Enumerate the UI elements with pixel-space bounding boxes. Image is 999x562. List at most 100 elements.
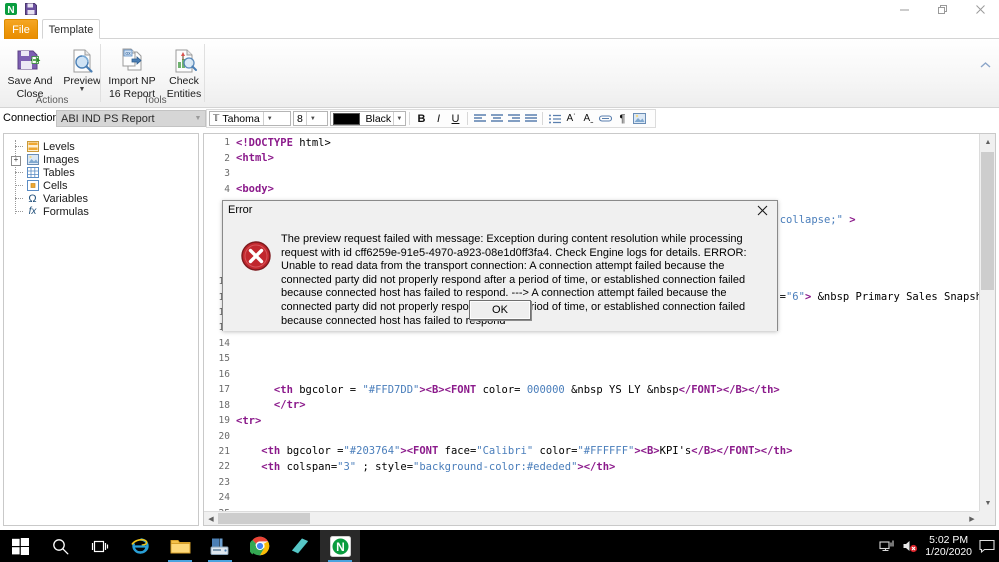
error-dialog-body: The preview request failed with message:… [223, 221, 777, 331]
check-entities-icon [170, 44, 198, 74]
font-size-dropdown[interactable]: 8 ▼ [293, 111, 328, 126]
increase-font-button[interactable]: A˙ [563, 111, 580, 127]
tables-icon [26, 167, 39, 179]
align-justify-button[interactable] [522, 111, 539, 127]
scroll-down-icon[interactable]: ▼ [980, 495, 995, 511]
toolbar-divider-2 [467, 112, 468, 125]
toolbar-divider [409, 112, 410, 125]
save-icon[interactable] [24, 2, 38, 16]
collapse-ribbon-button[interactable] [980, 61, 991, 73]
align-center-button[interactable] [488, 111, 505, 127]
error-dialog-title: Error [228, 204, 253, 216]
search-button[interactable] [40, 530, 80, 562]
italic-button[interactable]: I [430, 111, 447, 127]
file-explorer-button[interactable] [160, 530, 200, 562]
sidebar-item-variables-label: Variables [43, 192, 89, 205]
sidebar-item-variables[interactable]: Ω Variables [4, 192, 198, 205]
teal-app-button[interactable] [280, 530, 320, 562]
svg-text:ox: ox [125, 51, 131, 57]
bullet-list-button[interactable] [546, 111, 563, 127]
font-color-dropdown[interactable]: Black ▼ [330, 111, 406, 126]
ribbon-group-tools-label: Tools [143, 95, 167, 106]
connection-dropdown[interactable]: ABI IND PS Report ▼ [56, 110, 206, 127]
decrease-font-button[interactable]: Aˍ [580, 111, 597, 127]
line-number: 20 [218, 430, 230, 442]
code-text: <!DOCTYPE html> [236, 136, 331, 149]
internet-explorer-button[interactable] [120, 530, 160, 562]
align-right-button[interactable] [505, 111, 522, 127]
insert-image-button[interactable] [631, 111, 648, 127]
tree-branch-line-5 [15, 211, 23, 213]
bold-button[interactable]: B [413, 111, 430, 127]
close-button[interactable] [961, 0, 999, 18]
line-number: 2 [224, 152, 230, 164]
formulas-icon: fx [28, 206, 37, 217]
code-line: 15 [204, 351, 995, 366]
insert-link-button[interactable] [597, 111, 614, 127]
line-number: 17 [218, 384, 230, 396]
action-center-icon[interactable] [979, 539, 995, 554]
sidebar-item-formulas-label: Formulas [43, 205, 89, 218]
sidebar-item-images[interactable]: + Images [4, 153, 198, 166]
horizontal-scroll-thumb[interactable] [218, 513, 310, 524]
save-and-close-button[interactable]: Save And Close [4, 41, 56, 100]
app-logo-icon: N [4, 2, 18, 16]
editor-horizontal-scrollbar[interactable]: ◀ ▶ [204, 511, 979, 525]
volume-muted-icon[interactable] [902, 539, 918, 553]
minimize-button[interactable] [885, 0, 923, 18]
expand-images-icon[interactable]: + [11, 156, 21, 166]
sidebar-item-formulas[interactable]: fx Formulas [4, 205, 198, 218]
line-number: 24 [218, 492, 230, 504]
code-line: 17 <th bgcolor = "#FFD7DD"><B><FONT colo… [204, 382, 995, 397]
scroll-up-icon[interactable]: ▲ [980, 134, 995, 150]
start-button[interactable] [0, 530, 40, 562]
chevron-down-icon: ▼ [194, 115, 202, 122]
import-report-icon: ox [118, 44, 146, 74]
storage-app-button[interactable] [200, 530, 240, 562]
font-name-dropdown[interactable]: 𝕋 Tahoma ▼ [209, 111, 291, 126]
ribbon-group-actions: Save And Close Preview ▼ Actions [4, 39, 101, 107]
connection-label: Connection [3, 112, 59, 124]
connection-value: ABI IND PS Report [61, 112, 155, 125]
error-dialog-close-button[interactable] [747, 201, 777, 220]
taskbar-clock[interactable]: 5:02 PM 1/20/2020 [925, 534, 972, 558]
code-line: 4 <body> [204, 181, 995, 196]
line-number: 16 [218, 368, 230, 380]
tab-template[interactable]: Template [42, 19, 100, 39]
editor-vertical-scrollbar[interactable]: ▲ ▼ [979, 134, 995, 525]
taskbar-buttons: N [0, 530, 360, 562]
tab-file[interactable]: File [4, 19, 38, 39]
chrome-button[interactable] [240, 530, 280, 562]
sidebar-item-tables[interactable]: Tables [4, 166, 198, 179]
vertical-scroll-thumb[interactable] [981, 152, 994, 290]
tree-branch-line-4 [15, 198, 23, 200]
network-icon[interactable] [879, 539, 895, 553]
sidebar-item-levels[interactable]: Levels [4, 140, 198, 153]
font-name-value: Tahoma [222, 112, 260, 125]
error-dialog: Error The preview request failed with me… [222, 200, 778, 331]
images-icon [26, 154, 39, 166]
import-np-16-report-button[interactable]: ox Import NP 16 Report [106, 41, 158, 100]
error-dialog-ok-button[interactable]: OK [469, 300, 531, 320]
align-left-button[interactable] [471, 111, 488, 127]
font-size-chevron-icon: ▼ [305, 112, 319, 125]
ribbon-group-actions-label: Actions [35, 95, 69, 106]
nielsen-app-button[interactable]: N [320, 530, 360, 562]
tree-branch-line-2 [15, 172, 23, 174]
paragraph-mark-button[interactable]: ¶ [614, 111, 631, 127]
code-line: 24 [204, 490, 995, 505]
task-view-button[interactable] [80, 530, 120, 562]
check-entities-label-line1: Check [169, 75, 199, 87]
code-line: 21 <th bgcolor ="#203764"><FONT face="Ca… [204, 444, 995, 459]
scroll-right-icon[interactable]: ▶ [965, 512, 979, 525]
cells-icon [26, 180, 39, 192]
scroll-left-icon[interactable]: ◀ [204, 512, 218, 525]
preview-dropdown-arrow-icon[interactable]: ▼ [79, 86, 86, 93]
restore-button[interactable] [923, 0, 961, 18]
template-tree-panel: Levels + Images Tables Cells Ω Variables… [3, 133, 199, 526]
ribbon-group-divider-2 [204, 44, 205, 102]
underline-button[interactable]: U [447, 111, 464, 127]
check-entities-button[interactable]: Check Entities [158, 41, 210, 100]
sidebar-item-cells[interactable]: Cells [4, 179, 198, 192]
code-line: 20 [204, 428, 995, 443]
